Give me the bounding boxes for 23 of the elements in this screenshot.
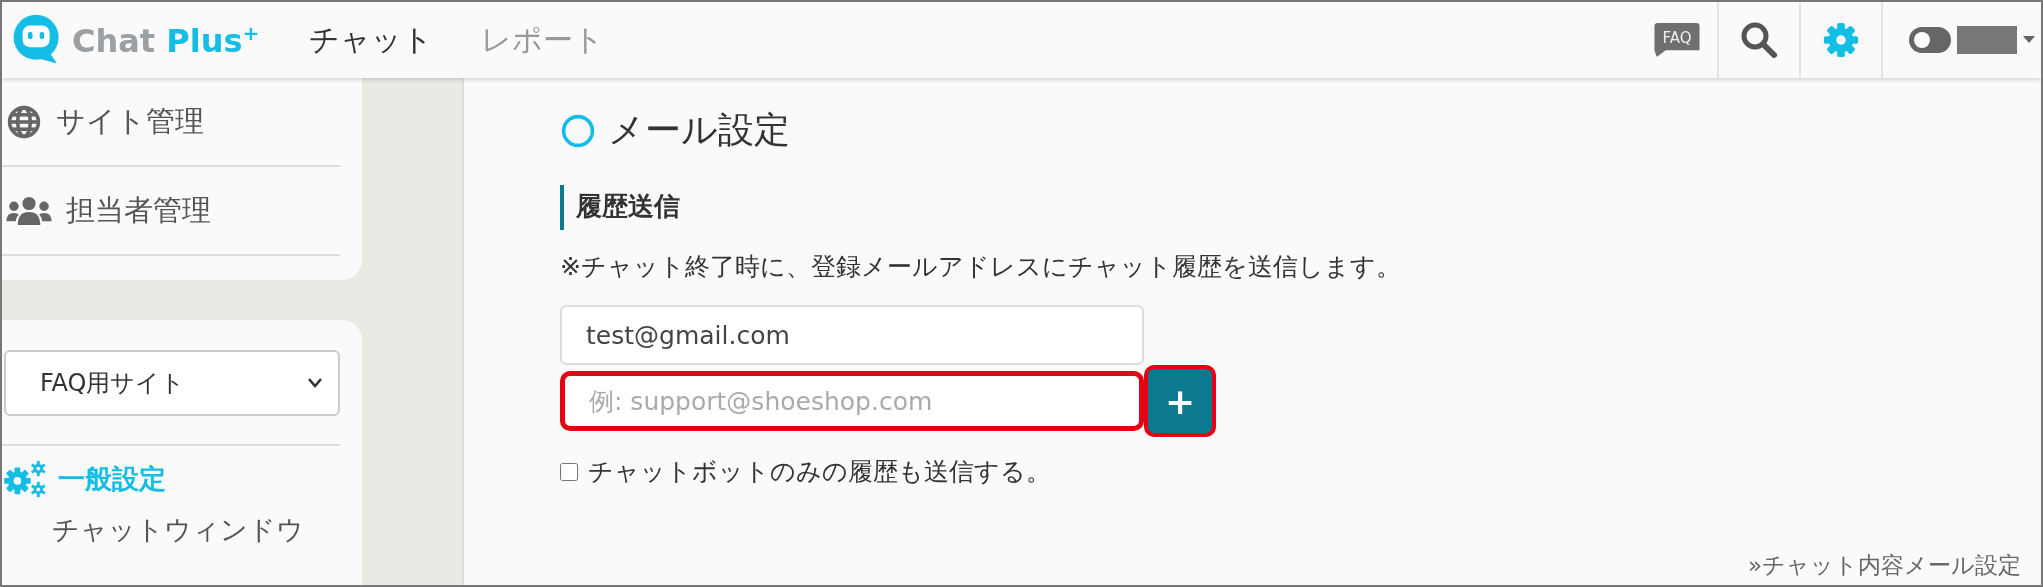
description-text: ※チャット終了時に、登録メールアドレスにチャット履歴を送信します。 <box>560 251 1402 283</box>
users-icon <box>6 194 52 227</box>
site-select[interactable]: FAQ用サイト <box>4 350 340 416</box>
globe-icon <box>6 103 42 140</box>
checkbox[interactable] <box>560 462 578 481</box>
sidebar-item[interactable]: サイト管理 <box>56 101 204 142</box>
redacted-block <box>1957 26 2017 54</box>
caret-icon[interactable] <box>2023 36 2035 44</box>
circle-icon <box>560 112 596 149</box>
email-field[interactable]: 例: support@shoeshop.com <box>560 371 1144 431</box>
section-heading: 履歴送信 <box>560 185 2041 230</box>
sidebar-subitem[interactable]: チャットウィンドウ <box>52 512 340 548</box>
checkbox-label: チャットボットのみの履歴も送信する。 <box>588 456 1051 488</box>
chevron-down-icon <box>308 378 322 388</box>
email-field[interactable]: test@gmail.com <box>560 305 1144 365</box>
search-icon[interactable] <box>1739 20 1779 60</box>
toggle-icon[interactable] <box>1909 27 1951 53</box>
page-title: メール設定 <box>608 108 790 152</box>
sidebar-item[interactable]: 担当者管理 <box>66 190 211 231</box>
mail-settings-link[interactable]: »チャット内容メール設定 <box>1747 550 2021 581</box>
logo-text: Chat Plus$^{+}$ <box>72 20 260 60</box>
faq-button[interactable]: FAQ <box>1654 23 1700 57</box>
nav-tab[interactable]: チャット <box>309 19 434 61</box>
